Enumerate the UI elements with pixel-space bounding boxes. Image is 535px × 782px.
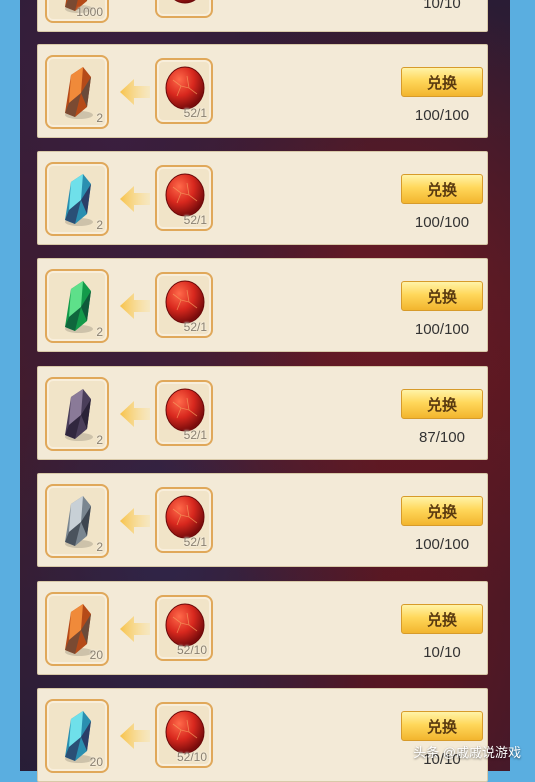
arrow-left-icon: [120, 401, 150, 427]
crystal-quantity: 2: [96, 433, 103, 447]
exchange-count: 10/10: [423, 0, 461, 12]
exchange-count: 100/100: [414, 107, 470, 124]
exchange-button[interactable]: 兑换: [401, 496, 483, 526]
exchange-count: 100/100: [414, 536, 470, 553]
exchange-count: 100/100: [414, 214, 470, 231]
crystal-slot[interactable]: 2: [45, 377, 109, 451]
red-orb-icon: [165, 495, 205, 539]
exchange-row: 20 52/10 兑换 10/10: [37, 581, 488, 675]
arrow-left-icon: [120, 616, 150, 642]
orb-quantity: 52/1: [183, 213, 207, 227]
red-orb-icon: [165, 603, 205, 647]
orb-slot[interactable]: 52/1: [155, 58, 213, 124]
exchange-row: 2 52/1 兑换 100/100: [37, 44, 488, 138]
red-orb-icon: [165, 280, 205, 324]
orb-quantity: 52/1: [183, 535, 207, 549]
orb-slot[interactable]: 52/10: [155, 702, 213, 768]
exchange-button[interactable]: 兑换: [401, 604, 483, 634]
exchange-button[interactable]: 兑换: [401, 711, 483, 741]
exchange-count: 10/10: [423, 644, 461, 661]
crystal-icon: [65, 281, 93, 333]
orb-slot[interactable]: 52/1: [155, 380, 213, 446]
orb-slot[interactable]: [155, 0, 213, 18]
crystal-icon: [65, 174, 93, 226]
crystal-quantity: 20: [89, 648, 103, 662]
orb-quantity: 52/1: [183, 106, 207, 120]
red-orb-icon: [174, 0, 196, 4]
crystal-slot[interactable]: 20: [45, 592, 109, 666]
orb-slot[interactable]: 52/1: [155, 272, 213, 338]
exchange-button[interactable]: 兑换: [401, 389, 483, 419]
exchange-count: 87/100: [419, 429, 465, 446]
exchange-count: 100/100: [414, 321, 470, 338]
arrow-left-icon: [120, 293, 150, 319]
red-orb-icon: [165, 66, 205, 110]
crystal-icon: [65, 389, 93, 441]
arrow-left-icon: [120, 186, 150, 212]
exchange-button[interactable]: 兑换: [401, 67, 483, 97]
arrow-left-icon: [120, 79, 150, 105]
red-orb-icon: [165, 173, 205, 217]
crystal-slot[interactable]: 2: [45, 269, 109, 343]
crystal-quantity: 2: [96, 111, 103, 125]
crystal-slot[interactable]: 20: [45, 699, 109, 773]
crystal-slot[interactable]: 2: [45, 162, 109, 236]
orb-quantity: 52/1: [183, 428, 207, 442]
crystal-quantity: 2: [96, 325, 103, 339]
crystal-slot[interactable]: 2: [45, 55, 109, 129]
red-orb-icon: [165, 388, 205, 432]
exchange-button[interactable]: 兑换: [401, 281, 483, 311]
orb-quantity: 52/10: [176, 643, 207, 657]
crystal-icon: [65, 496, 93, 548]
red-orb-icon: [165, 710, 205, 754]
orb-slot[interactable]: 52/1: [155, 165, 213, 231]
crystal-quantity: 2: [96, 540, 103, 554]
orb-slot[interactable]: 52/1: [155, 487, 213, 553]
crystal-quantity: 1000: [76, 5, 103, 19]
exchange-button[interactable]: 兑换: [401, 174, 483, 204]
orb-quantity: 52/1: [183, 320, 207, 334]
crystal-slot[interactable]: 1000: [45, 0, 109, 23]
arrow-left-icon: [120, 723, 150, 749]
arrow-left-icon: [118, 0, 152, 3]
exchange-row: 2 52/1 兑换 100/100: [37, 151, 488, 245]
orb-slot[interactable]: 52/10: [155, 595, 213, 661]
watermark: 头条 @戚戚说游戏: [413, 745, 521, 760]
crystal-quantity: 20: [89, 755, 103, 769]
exchange-row: 2 52/1 兑换 87/100: [37, 366, 488, 460]
exchange-row: 20 52/10 兑换 10/10: [37, 688, 488, 782]
exchange-row: 2 52/1 兑换 100/100: [37, 258, 488, 352]
exchange-row: 1000 10/10: [37, 0, 488, 32]
exchange-row: 2 52/1 兑换 100/100: [37, 473, 488, 567]
crystal-icon: [65, 67, 93, 119]
arrow-left-icon: [120, 508, 150, 534]
crystal-quantity: 2: [96, 218, 103, 232]
orb-quantity: 52/10: [176, 750, 207, 764]
crystal-slot[interactable]: 2: [45, 484, 109, 558]
